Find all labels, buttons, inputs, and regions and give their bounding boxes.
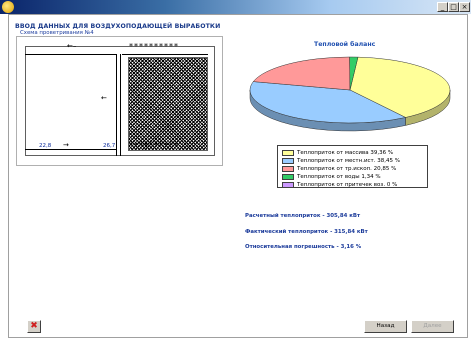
- chart-title: Тепловой баланс: [314, 41, 376, 48]
- back-button[interactable]: Назад: [364, 320, 407, 333]
- window-title: ВВОД ДАННЫХ ДЛЯ ВОЗДУХОПОДАЮЩЕЙ ВЫРАБОТК…: [15, 23, 221, 30]
- hatched-rock-area: [128, 57, 208, 151]
- airflow-arrow-top: ←–: [67, 42, 77, 50]
- relative-error: Относительная погрешность - 3,16 %: [245, 244, 362, 250]
- airflow-arrow-bottom: →: [63, 141, 69, 149]
- title-bar: _ □ ×: [0, 0, 471, 14]
- legend-item: Теплоприток от воды 1,34 %: [282, 173, 381, 181]
- app-icon: [2, 1, 14, 13]
- scheme-line: [25, 54, 116, 55]
- legend-item: Теплоприток от тр.ископ. 20,85 %: [282, 165, 396, 173]
- legend-label: Теплоприток от воды 1,34 %: [297, 174, 381, 180]
- exit-button[interactable]: ✖: [27, 320, 41, 333]
- top-right-value: **********: [129, 42, 179, 51]
- scheme-line: [120, 54, 121, 156]
- legend-label: Теплоприток от тр.ископ. 20,85 %: [297, 166, 397, 172]
- legend-item: Теплоприток от притечек воз. 0 %: [282, 181, 397, 189]
- legend-item: Теплоприток от местн.ист. 38,45 %: [282, 157, 400, 165]
- legend-label: Теплоприток от местн.ист. 38,45 %: [297, 158, 400, 164]
- scheme-line: [116, 54, 117, 156]
- maximize-button[interactable]: □: [448, 2, 459, 12]
- heat-balance-pie-chart: [249, 56, 451, 132]
- scheme-label: Схема проветривания №4: [19, 30, 95, 36]
- ventilation-scheme-panel: Схема проветривания №4 ←– ********** ← 2…: [16, 30, 223, 166]
- legend-label: Теплоприток от притечек воз. 0 %: [297, 182, 398, 188]
- airflow-arrow-middle: ←: [101, 94, 107, 102]
- chart-legend: Теплоприток от массива 39,36 % Теплоприт…: [277, 145, 428, 188]
- legend-swatch: [282, 150, 294, 156]
- bottom-right-value: **********: [129, 141, 179, 150]
- scheme-line: [25, 149, 116, 150]
- legend-swatch: [282, 174, 294, 180]
- legend-swatch: [282, 182, 294, 188]
- legend-swatch: [282, 166, 294, 172]
- bottom-mid-value: 26,7: [103, 143, 116, 149]
- bottom-left-value: 22,8: [39, 143, 52, 149]
- legend-label: Теплоприток от массива 39,36 %: [297, 150, 394, 156]
- legend-swatch: [282, 158, 294, 164]
- legend-item: Теплоприток от массива 39,36 %: [282, 149, 393, 157]
- next-button[interactable]: Далее: [411, 320, 454, 333]
- actual-heat-inflow: Фактический теплоприток - 315,84 кВт: [245, 229, 368, 235]
- close-window-button[interactable]: ×: [459, 2, 470, 12]
- scheme-line: [122, 54, 208, 55]
- calculated-heat-inflow: Расчетный теплоприток - 305,84 кВт: [245, 213, 361, 219]
- minimize-button[interactable]: _: [437, 2, 448, 12]
